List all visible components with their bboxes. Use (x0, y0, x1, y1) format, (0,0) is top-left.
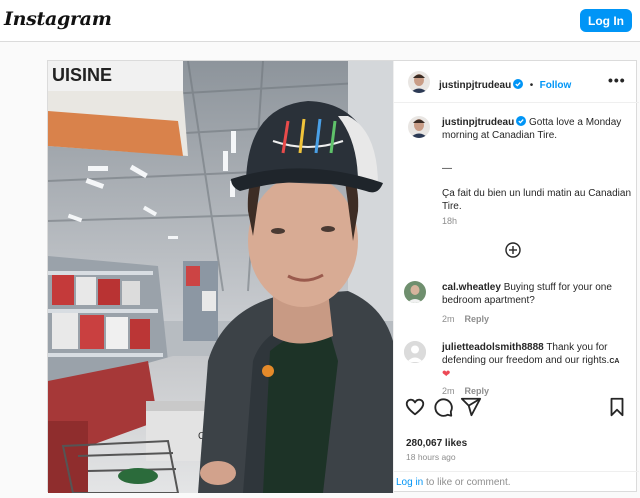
reply-button[interactable]: Reply (465, 386, 490, 396)
add-comment-prompt: Log in to like or comment. (394, 471, 639, 493)
save-bookmark-icon[interactable] (606, 396, 628, 418)
caption-dash: — (442, 163, 452, 174)
reply-button[interactable]: Reply (465, 314, 490, 324)
comment-text: julietteadolsmith8888 Thank you for defe… (442, 341, 634, 381)
login-button[interactable]: Log In (580, 9, 632, 32)
default-avatar-icon (404, 341, 426, 363)
post-card: UISINE justinpjtrudeau • Follow ••• just… (47, 60, 639, 493)
post-timestamp: 18 hours ago (406, 452, 456, 462)
verified-badge-icon (513, 79, 524, 89)
commenter-username[interactable]: julietteadolsmith8888 (442, 342, 544, 353)
more-options-icon[interactable]: ••• (608, 72, 626, 88)
post-caption: justinpjtrudeau Gotta love a Monday morn… (442, 116, 632, 228)
separator-dot: • (529, 80, 534, 91)
instagram-logo[interactable]: Instagram (4, 8, 112, 30)
author-avatar[interactable] (408, 71, 430, 93)
likes-count[interactable]: 280,067 likes (406, 438, 467, 449)
commenter-username[interactable]: cal.wheatley (442, 282, 501, 293)
heart-emoji: ❤ (442, 369, 451, 380)
commenter-avatar[interactable] (404, 341, 426, 363)
comment-item: julietteadolsmith8888 Thank you for defe… (404, 341, 634, 396)
store-sign-text: UISINE (52, 65, 112, 85)
photo-illustration: UISINE (48, 61, 393, 493)
comment-meta: 2m Reply (442, 314, 499, 324)
comment-meta: 2m Reply (442, 386, 499, 396)
comment-age: 2m (442, 386, 455, 396)
caption-username[interactable]: justinpjtrudeau (442, 117, 514, 128)
comment-age: 2m (442, 314, 455, 324)
follow-button[interactable]: Follow (540, 80, 572, 91)
post-photo[interactable]: UISINE (48, 61, 393, 493)
post-header: justinpjtrudeau • Follow ••• (394, 61, 639, 103)
author-avatar-image (408, 71, 430, 93)
caption-text-fr: Ça fait du bien un lundi matin au Canadi… (442, 188, 632, 212)
post-actions-bar (394, 396, 639, 426)
comment-icon[interactable] (432, 396, 454, 418)
commenter-avatar-image (404, 281, 426, 303)
post-sidebar: justinpjtrudeau • Follow ••• justinpjtru… (393, 61, 639, 493)
commenter-avatar[interactable] (404, 281, 426, 303)
caption-avatar-image (408, 116, 430, 138)
like-heart-icon[interactable] (404, 396, 426, 418)
caption-age: 18h (442, 216, 458, 226)
comment-text: cal.wheatley Buying stuff for your one b… (442, 281, 634, 307)
load-more-comments-icon[interactable] (505, 242, 521, 258)
caption-author-avatar[interactable] (408, 116, 430, 138)
flag-ca-label: CA (609, 358, 620, 365)
share-icon[interactable] (460, 396, 482, 418)
login-link[interactable]: Log in (396, 477, 423, 488)
author-line: justinpjtrudeau • Follow (439, 75, 571, 93)
verified-badge-icon (516, 116, 527, 126)
add-comment-text: to like or comment. (423, 477, 511, 488)
comment-item: cal.wheatley Buying stuff for your one b… (404, 281, 634, 326)
author-username[interactable]: justinpjtrudeau (439, 80, 511, 91)
top-navigation-bar: Instagram Log In (0, 0, 640, 42)
